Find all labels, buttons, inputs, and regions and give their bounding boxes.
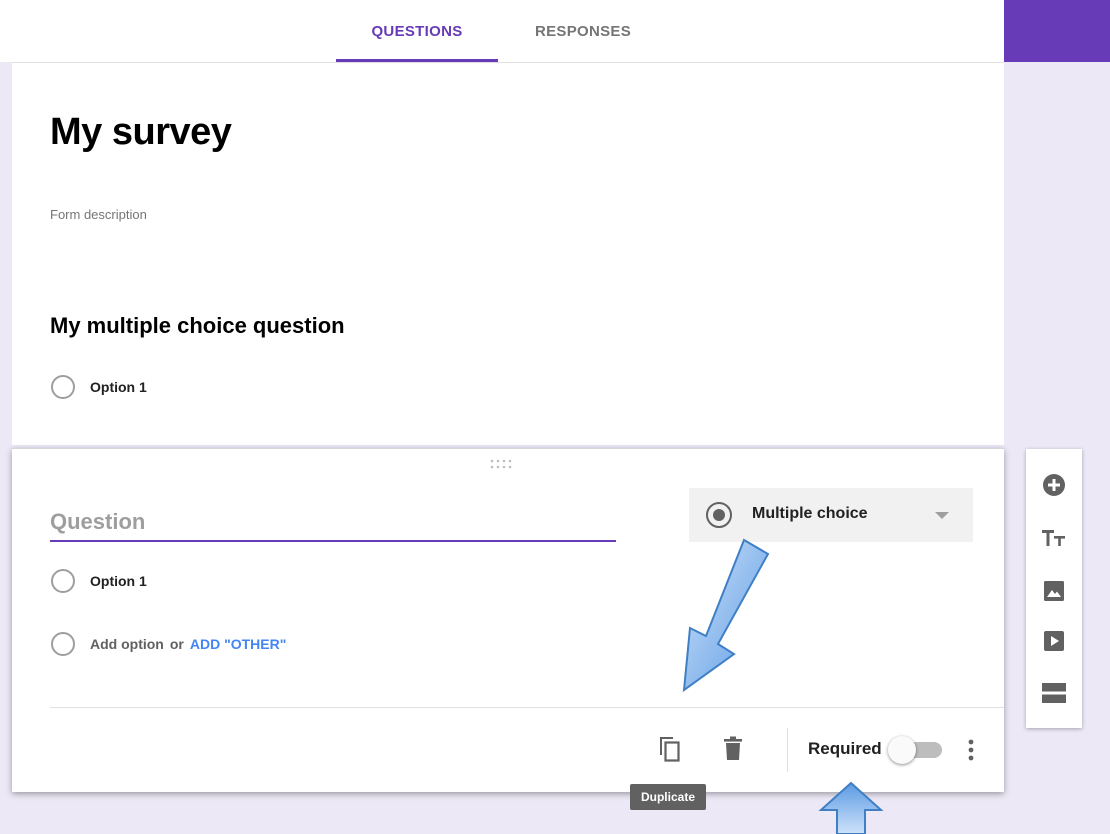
side-toolbar bbox=[1026, 449, 1082, 728]
image-icon bbox=[1044, 581, 1064, 601]
add-question-button[interactable] bbox=[1040, 471, 1068, 499]
duplicate-tooltip: Duplicate bbox=[630, 784, 706, 810]
required-toggle[interactable] bbox=[888, 736, 942, 764]
section-icon bbox=[1042, 683, 1066, 703]
video-icon bbox=[1044, 631, 1064, 651]
add-title-button[interactable] bbox=[1040, 524, 1068, 552]
add-section-button[interactable] bbox=[1040, 679, 1068, 707]
drag-handle-icon[interactable] bbox=[488, 458, 514, 470]
dropdown-arrow-icon bbox=[935, 512, 949, 519]
question-type-dropdown[interactable]: Multiple choice bbox=[689, 488, 973, 542]
question-title-input[interactable] bbox=[50, 500, 616, 542]
add-option-radio bbox=[51, 632, 75, 656]
duplicate-icon bbox=[660, 737, 680, 762]
tab-responses[interactable]: RESPONSES bbox=[498, 0, 668, 62]
card-footer-divider bbox=[50, 707, 1004, 708]
form-title[interactable]: My survey bbox=[50, 111, 232, 154]
header-accent-bar bbox=[1004, 0, 1110, 62]
more-options-button[interactable] bbox=[954, 733, 988, 767]
add-option-row: Add option or ADD "OTHER" bbox=[90, 636, 286, 652]
delete-button[interactable] bbox=[716, 732, 750, 766]
add-other-link[interactable]: ADD "OTHER" bbox=[190, 636, 287, 652]
question-type-label: Multiple choice bbox=[752, 505, 868, 522]
form-description[interactable]: Form description bbox=[50, 207, 147, 222]
footer-separator bbox=[787, 728, 788, 772]
option-1-label[interactable]: Option 1 bbox=[90, 573, 147, 589]
annotation-arrow-down-left-icon bbox=[682, 538, 770, 693]
required-label: Required bbox=[808, 739, 882, 758]
tab-questions[interactable]: QUESTIONS bbox=[336, 0, 498, 62]
duplicate-button[interactable] bbox=[652, 732, 686, 766]
question-1-option-1-radio[interactable] bbox=[51, 375, 75, 399]
title-icon bbox=[1042, 530, 1065, 546]
add-video-button[interactable] bbox=[1040, 627, 1068, 655]
annotation-arrow-up-icon bbox=[818, 781, 884, 834]
trash-icon bbox=[724, 736, 742, 760]
add-option-link[interactable]: Add option bbox=[90, 636, 164, 652]
or-text: or bbox=[169, 636, 184, 652]
add-circle-icon bbox=[1043, 474, 1065, 496]
question-1-option-1-label: Option 1 bbox=[90, 379, 147, 395]
add-image-button[interactable] bbox=[1040, 577, 1068, 605]
option-1-radio[interactable] bbox=[51, 569, 75, 593]
question-1-title[interactable]: My multiple choice question bbox=[50, 313, 345, 339]
more-vert-icon bbox=[968, 739, 974, 761]
radio-button-icon bbox=[706, 502, 732, 528]
